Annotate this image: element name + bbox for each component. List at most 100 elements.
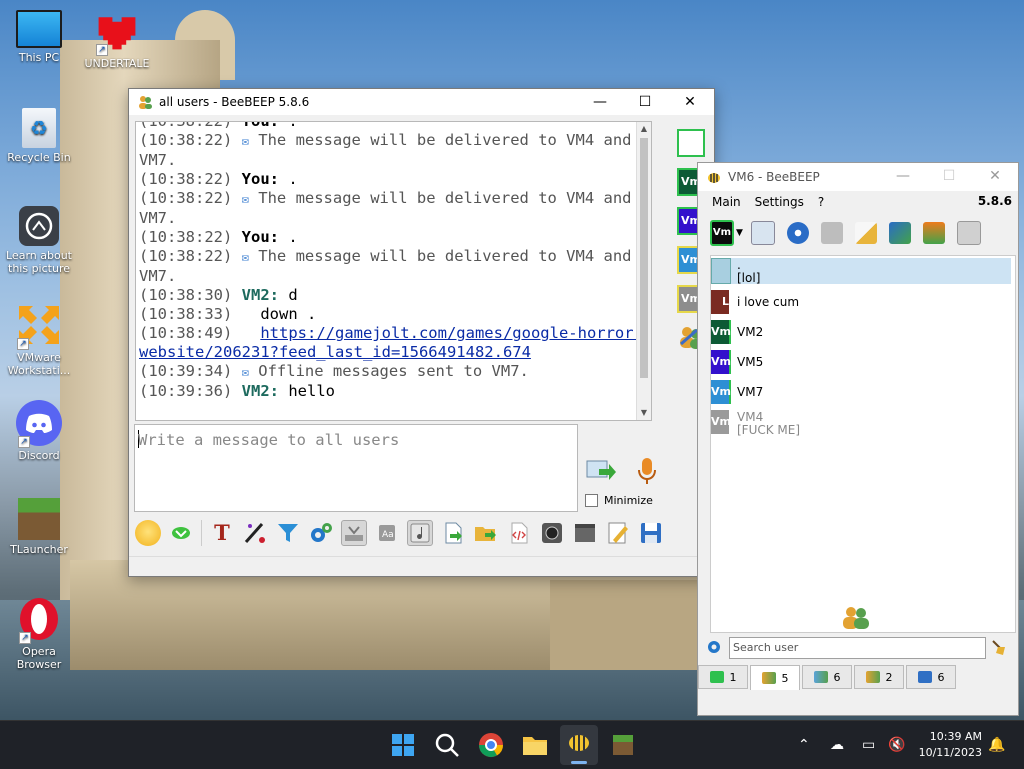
- beebeep-taskbar-icon[interactable]: [560, 725, 598, 765]
- update-icon[interactable]: [922, 222, 945, 244]
- list-item[interactable]: Vm VM7: [711, 380, 1011, 404]
- minimize-button[interactable]: —: [577, 89, 623, 115]
- list-item[interactable]: Vm VM2: [711, 320, 1011, 344]
- status-dropdown-arrow-icon[interactable]: ▼: [736, 228, 743, 238]
- vm6-minimize-button[interactable]: —: [880, 163, 926, 189]
- tab-chat-list[interactable]: 6: [802, 665, 852, 689]
- desktop-icon-label: VMware Workstati...: [7, 351, 71, 377]
- vcard-icon[interactable]: [750, 221, 775, 245]
- desktop-icon-undertale[interactable]: ↗ UNDERTALE: [82, 8, 152, 70]
- chat-transcript[interactable]: (10:38:22) You: . (10:38:22) ✉ The messa…: [135, 121, 652, 421]
- file-explorer-icon[interactable]: [521, 731, 549, 759]
- list-item[interactable]: . [lol]: [711, 258, 1011, 285]
- history-icon[interactable]: [341, 520, 367, 546]
- microphone-icon[interactable]: [631, 455, 663, 487]
- desktop-icon-this-pc[interactable]: This PC: [4, 10, 74, 64]
- vm6-close-button[interactable]: ✕: [972, 163, 1018, 189]
- code-icon[interactable]: [506, 520, 532, 546]
- chat-tab-icon: [709, 671, 724, 683]
- desktop-icon-recycle-bin[interactable]: ♻ Recycle Bin: [4, 108, 74, 164]
- font-color-icon[interactable]: [242, 520, 268, 546]
- maximize-button[interactable]: ☐: [622, 89, 668, 115]
- tab-chats[interactable]: 1: [698, 665, 748, 689]
- network-icon[interactable]: [786, 222, 809, 244]
- edit-icon[interactable]: [854, 222, 877, 244]
- menu-settings[interactable]: Settings: [755, 195, 804, 209]
- shortcut-arrow-icon: ↗: [19, 632, 31, 644]
- desktop-icon-discord[interactable]: ↗ Discord: [4, 400, 74, 462]
- scrollbar-thumb[interactable]: [640, 138, 648, 378]
- notification-bell-icon[interactable]: 🔔: [988, 737, 1005, 753]
- vm6-maximize-button[interactable]: ☐: [926, 163, 972, 189]
- sound-muted-icon[interactable]: 🔇: [888, 737, 905, 753]
- tab-files[interactable]: 6: [906, 665, 956, 689]
- clear-search-broom-icon[interactable]: [990, 638, 1008, 656]
- tab-groups[interactable]: 2: [854, 665, 904, 689]
- transcript-line: (10:38:22) ✉ The message will be deliver…: [139, 247, 632, 285]
- member-avatar[interactable]: [677, 129, 705, 157]
- desktop-icon-learn-about-picture[interactable]: Learn about this picture: [4, 206, 74, 275]
- transcript-scrollbar[interactable]: ▲ ▼: [636, 122, 651, 420]
- clock-date: 10/11/2023: [918, 746, 982, 759]
- spellcheck-icon[interactable]: Aa: [374, 520, 400, 546]
- chevron-up-icon[interactable]: ⌃: [798, 737, 810, 753]
- message-icon[interactable]: [820, 222, 843, 244]
- list-item[interactable]: Vm VM4 [FUCK ME]: [711, 410, 1011, 440]
- menu-main[interactable]: Main: [712, 195, 741, 209]
- trash-icon[interactable]: [956, 221, 981, 245]
- tlauncher-taskbar-icon[interactable]: [609, 731, 637, 759]
- settings-gears-icon[interactable]: [308, 520, 334, 546]
- close-button[interactable]: ✕: [667, 89, 713, 115]
- save-icon[interactable]: [638, 520, 664, 546]
- message-placeholder: Write a message to all users: [138, 431, 400, 449]
- grass-block-icon: [18, 498, 60, 540]
- tab-users[interactable]: 5: [750, 665, 800, 690]
- screenshot-camera-icon[interactable]: [539, 520, 565, 546]
- desktop-icon-label: TLauncher: [10, 543, 68, 556]
- tools-icon[interactable]: [888, 222, 911, 244]
- user-list[interactable]: . [lol] L i love cum Vm VM2 Vm VM5 Vm VM…: [710, 255, 1016, 633]
- send-folder-icon[interactable]: [473, 520, 499, 546]
- chrome-icon[interactable]: [477, 731, 505, 759]
- edit-notes-icon[interactable]: [605, 520, 631, 546]
- send-file-icon[interactable]: [440, 520, 466, 546]
- desktop-icon-tlauncher[interactable]: TLauncher: [4, 498, 74, 556]
- version-label: 5.8.6: [977, 194, 1012, 208]
- transcript-line: (10:39:34) ✉ Offline messages sent to VM…: [139, 362, 529, 380]
- emoticon-icon[interactable]: [135, 520, 161, 546]
- envelope-icon: ✉: [241, 134, 249, 148]
- start-windows-icon[interactable]: [389, 731, 417, 759]
- monitor-tray-icon[interactable]: ▭: [862, 737, 875, 753]
- status-avatar[interactable]: Vm: [710, 220, 734, 246]
- checkbox-box[interactable]: [585, 494, 598, 507]
- heart-icon: ↗: [94, 8, 140, 56]
- users-group-icon: [841, 604, 871, 630]
- network-tray-icon[interactable]: ☁: [830, 737, 844, 753]
- menu-help[interactable]: ?: [818, 195, 824, 209]
- search-user-input[interactable]: Search user: [729, 637, 986, 659]
- collapse-emoticons-icon[interactable]: [168, 520, 194, 546]
- search-settings-gear-icon[interactable]: [706, 639, 722, 655]
- chat-window[interactable]: all users - BeeBEEP 5.8.6 — ☐ ✕ (10:38:2…: [128, 88, 715, 577]
- list-item[interactable]: Vm VM5: [711, 350, 1011, 374]
- scroll-down-arrow-icon[interactable]: ▼: [637, 406, 651, 420]
- clock[interactable]: 10:39 AM 10/11/2023: [919, 729, 982, 761]
- message-input[interactable]: Write a message to all users: [134, 424, 578, 512]
- minimize-label: Minimize: [604, 494, 653, 507]
- vm6-titlebar[interactable]: VM6 - BeeBEEP — ☐ ✕: [698, 163, 1018, 191]
- font-icon[interactable]: T: [209, 520, 235, 546]
- minimize-checkbox[interactable]: Minimize: [585, 494, 653, 507]
- vm6-window[interactable]: VM6 - BeeBEEP — ☐ ✕ Main Settings ? 5.8.…: [697, 162, 1019, 716]
- chat-titlebar[interactable]: all users - BeeBEEP 5.8.6 — ☐ ✕: [129, 89, 714, 115]
- envelope-icon: ✉: [241, 365, 249, 379]
- scroll-up-arrow-icon[interactable]: ▲: [637, 122, 651, 136]
- sound-note-icon[interactable]: [407, 520, 433, 546]
- send-icon[interactable]: [585, 455, 617, 487]
- transcript-line: (10:39:36) VM2: hello: [139, 382, 335, 400]
- desktop-icon-opera[interactable]: ↗ Opera Browser: [4, 596, 74, 671]
- list-item[interactable]: L i love cum: [711, 290, 1011, 314]
- terminal-icon[interactable]: [572, 520, 598, 546]
- desktop-icon-vmware[interactable]: ↗ VMware Workstati...: [4, 302, 74, 377]
- search-icon[interactable]: [433, 731, 461, 759]
- filter-icon[interactable]: [275, 520, 301, 546]
